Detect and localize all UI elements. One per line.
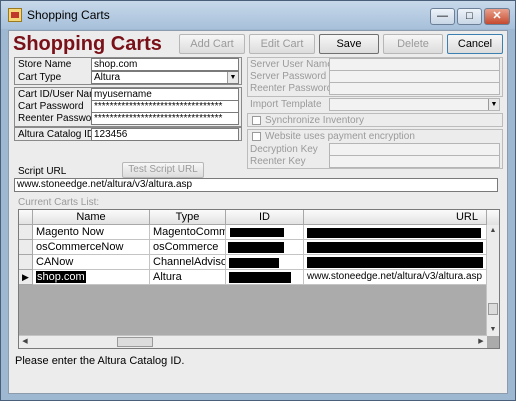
cart-name-cell[interactable]: osCommerceNow	[33, 240, 150, 255]
row-selector[interactable]	[19, 255, 33, 270]
save-button[interactable]: Save	[319, 34, 379, 54]
cart-type-cell[interactable]: osCommerce	[150, 240, 226, 255]
table-header: Name Type ID URL	[19, 210, 499, 225]
column-header-url[interactable]: URL	[304, 210, 487, 225]
script-url-field[interactable]: www.stoneedge.net/altura/v3/altura.asp	[14, 178, 498, 192]
scroll-left-icon[interactable]: ◀	[19, 336, 31, 348]
reenter-key-field[interactable]	[329, 155, 500, 168]
scroll-down-icon[interactable]: ▼	[487, 324, 499, 336]
cart-url-cell[interactable]	[304, 255, 487, 270]
row-selector[interactable]	[19, 225, 33, 240]
table-row[interactable]: CANow ChannelAdvisor	[19, 255, 487, 270]
cart-type-cell[interactable]: MagentoComme	[150, 225, 226, 240]
reenter-key-label: Reenter Key	[250, 156, 306, 167]
minimize-button[interactable]: —	[430, 8, 455, 25]
cart-name-cell[interactable]: shop.com	[33, 270, 150, 285]
maximize-button[interactable]: □	[457, 8, 482, 25]
window-title: Shopping Carts	[27, 8, 110, 22]
import-template-label: Import Template	[250, 99, 322, 110]
cart-type-label: Cart Type	[18, 72, 62, 83]
cart-name-cell[interactable]: CANow	[33, 255, 150, 270]
table-row[interactable]: osCommerceNow osCommerce	[19, 240, 487, 255]
server-reenter-label: Reenter Password	[250, 83, 333, 94]
current-carts-label: Current Carts List:	[18, 197, 100, 208]
cart-url-cell[interactable]	[304, 240, 487, 255]
import-template-dropdown[interactable]: ▼	[329, 98, 500, 111]
scroll-right-icon[interactable]: ▶	[475, 336, 487, 348]
edit-cart-button[interactable]: Edit Cart	[249, 34, 315, 54]
server-reenter-field[interactable]	[329, 82, 500, 95]
title-bar: Shopping Carts — □ ✕	[1, 1, 515, 29]
reenter-password-field[interactable]: *********************************	[91, 112, 239, 125]
redacted-block	[307, 257, 483, 268]
cancel-button[interactable]: Cancel	[447, 34, 503, 54]
decryption-key-label: Decryption Key	[250, 144, 318, 155]
column-header-type[interactable]: Type	[150, 210, 226, 225]
scroll-thumb[interactable]	[117, 337, 153, 347]
chevron-down-icon[interactable]: ▼	[488, 99, 499, 110]
encryption-label: Website uses payment encryption	[265, 131, 415, 142]
horizontal-scrollbar[interactable]: ◀ ▶	[19, 335, 487, 348]
encryption-checkbox[interactable]	[252, 132, 261, 141]
test-script-url-button[interactable]: Test Script URL	[122, 162, 204, 178]
cart-url-cell[interactable]	[304, 225, 487, 240]
column-header-id[interactable]: ID	[226, 210, 304, 225]
cart-url-cell[interactable]: www.stoneedge.net/altura/v3/altura.asp	[304, 270, 487, 285]
sync-inventory-checkbox[interactable]	[252, 116, 261, 125]
store-name-field[interactable]: shop.com	[91, 58, 239, 71]
catalog-id-field[interactable]: 123456	[91, 128, 239, 141]
scroll-up-icon[interactable]: ▲	[487, 225, 499, 237]
cart-name-cell[interactable]: Magento Now	[33, 225, 150, 240]
redacted-block	[307, 228, 481, 238]
header-selector	[19, 210, 33, 225]
table-row[interactable]: Magento Now MagentoComme	[19, 225, 487, 240]
cart-type-value: Altura	[94, 72, 121, 83]
cart-id-cell[interactable]	[226, 240, 304, 255]
server-password-label: Server Password	[250, 71, 327, 82]
shopping-carts-window: Shopping Carts — □ ✕ Shopping Carts Add …	[0, 0, 516, 401]
column-header-name[interactable]: Name	[33, 210, 150, 225]
add-cart-button[interactable]: Add Cart	[179, 34, 245, 54]
cart-password-label: Cart Password	[18, 101, 84, 112]
redacted-block	[229, 258, 279, 268]
current-row-marker-icon[interactable]: ▶	[19, 270, 33, 285]
close-button[interactable]: ✕	[484, 8, 510, 25]
scroll-thumb[interactable]	[488, 303, 498, 315]
redacted-block	[228, 242, 284, 253]
catalog-id-label: Altura Catalog ID	[18, 129, 95, 140]
cart-type-cell[interactable]: Altura	[150, 270, 226, 285]
delete-button[interactable]: Delete	[383, 34, 443, 54]
cart-type-dropdown[interactable]: Altura ▼	[91, 71, 239, 84]
form-body: Shopping Carts Add Cart Edit Cart Save D…	[8, 30, 508, 394]
reenter-password-label: Reenter Password	[18, 113, 101, 124]
cart-id-cell[interactable]	[226, 270, 304, 285]
page-title: Shopping Carts	[13, 33, 162, 55]
cart-id-cell[interactable]	[226, 255, 304, 270]
vertical-scrollbar[interactable]: ▲ ▼	[486, 225, 499, 336]
app-icon	[8, 8, 22, 22]
redacted-block	[307, 242, 483, 253]
table-row[interactable]: ▶ shop.com Altura www.stoneedge.net/altu…	[19, 270, 487, 285]
redacted-block	[229, 272, 291, 283]
server-user-label: Server User Name	[250, 59, 333, 70]
chevron-down-icon[interactable]: ▼	[227, 72, 238, 83]
redacted-block	[230, 228, 284, 237]
selected-name-text: shop.com	[36, 271, 86, 283]
cart-id-cell[interactable]	[226, 225, 304, 240]
carts-table: Name Type ID URL Magento Now MagentoComm…	[18, 209, 500, 349]
row-selector[interactable]	[19, 240, 33, 255]
script-url-label: Script URL	[18, 166, 67, 177]
cart-type-cell[interactable]: ChannelAdvisor	[150, 255, 226, 270]
sync-inventory-label: Synchronize Inventory	[265, 115, 364, 126]
store-name-label: Store Name	[18, 59, 72, 70]
status-message: Please enter the Altura Catalog ID.	[15, 355, 185, 367]
